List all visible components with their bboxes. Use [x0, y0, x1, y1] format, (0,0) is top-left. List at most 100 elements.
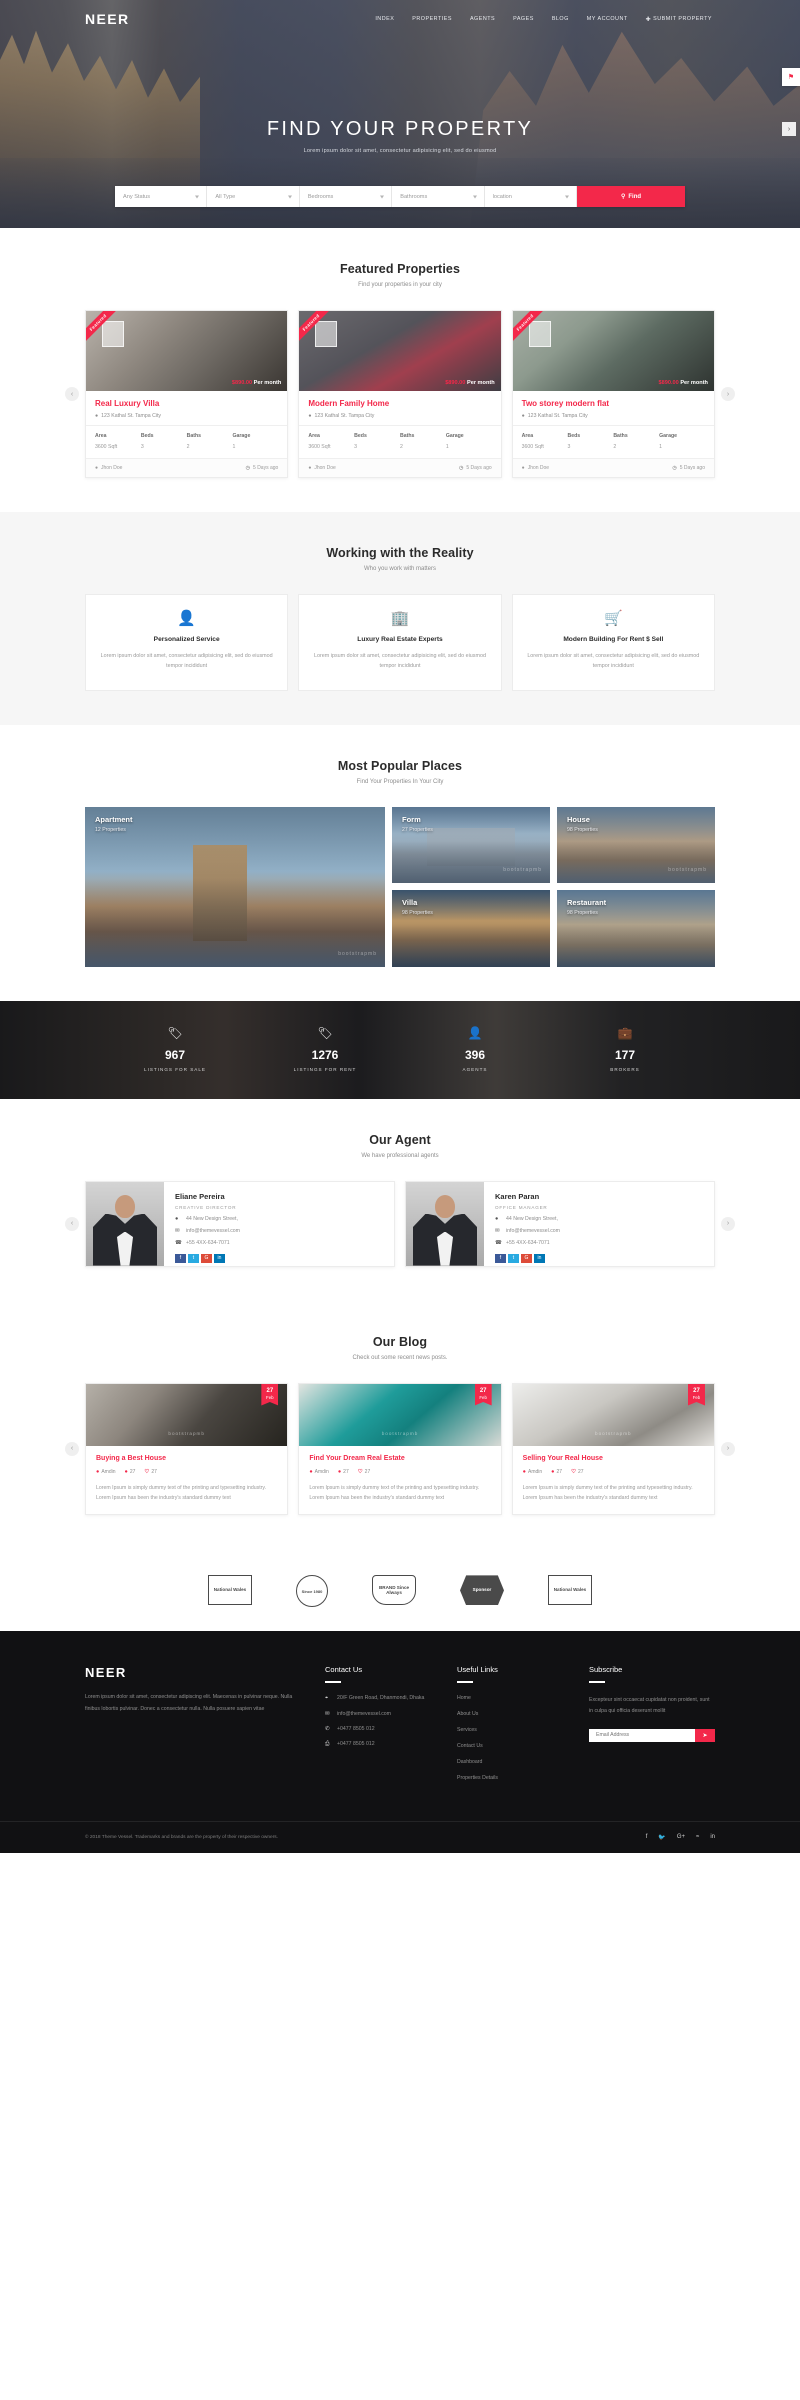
property-title[interactable]: Real Luxury Villa: [95, 399, 278, 408]
agent-address-row: ● 44 New Design Street,: [495, 1216, 703, 1222]
site-logo[interactable]: NEER: [85, 11, 130, 27]
service-card-personalized-service[interactable]: 👤 Personalized Service Lorem ipsum dolor…: [85, 594, 289, 691]
floating-cart-button[interactable]: ⚑: [782, 68, 800, 86]
footer-logo[interactable]: NEER: [85, 1665, 299, 1680]
spec-value: 2: [613, 444, 617, 450]
property-card[interactable]: Featured $890.00 Per month Modern Family…: [298, 310, 502, 478]
agents-prev-button[interactable]: ‹: [65, 1216, 79, 1231]
nav-item-pages[interactable]: PAGES: [513, 16, 534, 22]
phone-icon: ✆: [325, 1725, 330, 1732]
linkedin-icon[interactable]: in: [534, 1253, 545, 1263]
clock-icon: ◷: [245, 465, 251, 471]
agent-head: [115, 1194, 135, 1218]
place-card-form[interactable]: Form 27 Properties bootstrapmb: [392, 806, 550, 884]
nav-item-agents[interactable]: AGENTS: [470, 16, 495, 22]
footer-link-about-us[interactable]: About Us: [457, 1711, 563, 1717]
agent-role: CREATIVE DIRECTOR: [175, 1204, 237, 1210]
google-plus-icon[interactable]: G: [521, 1253, 532, 1263]
featured-prev-button[interactable]: ‹: [65, 387, 79, 401]
blog-next-button[interactable]: ›: [721, 1441, 735, 1456]
search-find-button[interactable]: ⚲ Find: [577, 186, 686, 207]
nav-item-blog[interactable]: BLOG: [552, 16, 569, 22]
agent-card[interactable]: Karen Paran OFFICE MANAGER ● 44 New Desi…: [405, 1180, 715, 1267]
rss-icon[interactable]: ≈: [696, 1834, 699, 1841]
copyright-text: © 2018 Theme Vessel. Trademarks and bran…: [85, 1834, 279, 1840]
blog-comment-count: 27: [129, 1468, 136, 1475]
search-status-select[interactable]: Any Status: [115, 186, 208, 207]
property-agent-name: Jhon Doe: [314, 465, 336, 471]
services-title: Working with the Reality: [326, 546, 474, 560]
footer-link-contact-us[interactable]: Contact Us: [457, 1743, 563, 1749]
partner-logo[interactable]: Sponsor: [460, 1575, 504, 1606]
nav-item-properties[interactable]: PROPERTIES: [412, 16, 452, 22]
watermark: bootstrapmb: [168, 1430, 205, 1436]
twitter-icon[interactable]: t: [508, 1253, 519, 1263]
place-card-restaurant[interactable]: Restaurant 98 Properties: [557, 890, 715, 967]
property-title[interactable]: Two storey modern flat: [522, 399, 705, 408]
property-title[interactable]: Modern Family Home: [308, 399, 491, 408]
blog-author-name: Amdin: [314, 1468, 329, 1475]
property-spec-area: Area 3600 Sqft: [522, 433, 568, 450]
stat-agents: 👤 396 AGENTS: [400, 1027, 550, 1072]
blog-card[interactable]: bootstrapmb 27 Feb Buying a Best House ●…: [85, 1382, 289, 1516]
place-card-villa[interactable]: Villa 98 Properties: [392, 890, 550, 967]
footer-contact-phone[interactable]: ✆ +0477 8505 012: [325, 1726, 431, 1732]
place-name: Villa: [402, 898, 418, 908]
blog-card[interactable]: bootstrapmb 27 Feb Selling Your Real Hou…: [511, 1382, 715, 1516]
agents-next-button[interactable]: ›: [721, 1216, 735, 1231]
property-time: ◷ 5 Days ago: [672, 465, 705, 471]
footer-link-services[interactable]: Services: [457, 1727, 563, 1733]
partner-logo[interactable]: National Wales: [208, 1575, 252, 1606]
search-bedrooms-select[interactable]: Bedrooms: [300, 186, 393, 207]
agent-phone-row[interactable]: ☎ +55 4XX-634-7071: [495, 1240, 703, 1246]
agent-email-row[interactable]: ✉ info@themevessel.com: [175, 1228, 383, 1234]
partner-logo[interactable]: BRAND Since Always: [372, 1575, 416, 1606]
linkedin-icon[interactable]: in: [710, 1834, 715, 1841]
facebook-icon[interactable]: f: [495, 1253, 506, 1263]
search-location-select[interactable]: location: [485, 186, 578, 207]
property-card[interactable]: Featured $890.00 Per month Two storey mo…: [511, 310, 715, 478]
twitter-icon[interactable]: 🐦: [658, 1834, 665, 1841]
partner-logo[interactable]: National Wales: [548, 1575, 592, 1606]
facebook-icon[interactable]: f: [175, 1253, 186, 1263]
blog-card[interactable]: bootstrapmb 27 Feb Find Your Dream Real …: [298, 1382, 502, 1516]
blog-post-title[interactable]: Buying a Best House: [96, 1455, 277, 1462]
google-plus-icon[interactable]: G: [201, 1253, 212, 1263]
blog-prev-button[interactable]: ‹: [65, 1441, 79, 1456]
service-card-modern-building[interactable]: 🛒 Modern Building For Rent $ Sell Lorem …: [511, 594, 715, 691]
agent-card[interactable]: Eliane Pereira CREATIVE DIRECTOR ● 44 Ne…: [85, 1180, 395, 1267]
partner-logo[interactable]: Since 1980: [296, 1575, 328, 1608]
footer-link-dashboard[interactable]: Dashboard: [457, 1759, 563, 1765]
blog-post-title[interactable]: Selling Your Real House: [523, 1455, 704, 1462]
newsletter-email-input[interactable]: [589, 1728, 695, 1742]
blog-post-title[interactable]: Find Your Dream Real Estate: [309, 1455, 490, 1462]
search-type-select[interactable]: All Type: [207, 186, 300, 207]
nav-item-my-account[interactable]: MY ACCOUNT: [587, 16, 628, 22]
agent-phone-row[interactable]: ☎ +55 4XX-634-7071: [175, 1240, 383, 1246]
nav-item-index[interactable]: INDEX: [375, 16, 394, 22]
featured-next-button[interactable]: ›: [721, 387, 735, 401]
place-card-house[interactable]: House 98 Properties bootstrapmb: [557, 806, 715, 884]
facebook-icon[interactable]: f: [646, 1834, 648, 1841]
newsletter-submit-button[interactable]: ➤: [695, 1728, 715, 1742]
twitter-icon[interactable]: t: [188, 1253, 199, 1263]
place-card-apartment[interactable]: Apartment 12 Properties bootstrapmb: [85, 806, 385, 967]
nav-item-submit-property[interactable]: ✚ SUBMIT PROPERTY: [646, 16, 712, 23]
property-card[interactable]: Featured $890.00 Per month Real Luxury V…: [85, 310, 289, 478]
blog-comment-count: 27: [343, 1468, 349, 1475]
hero-next-slide-button[interactable]: ›: [782, 122, 796, 136]
footer-link-home[interactable]: Home: [457, 1695, 563, 1701]
hero-side-controls: ⚑ ›: [782, 68, 800, 136]
featured-grid: Featured $890.00 Per month Real Luxury V…: [85, 310, 715, 478]
agent-email-row[interactable]: ✉ info@themevessel.com: [495, 1228, 703, 1234]
linkedin-icon[interactable]: in: [214, 1253, 225, 1263]
footer-contact-email[interactable]: ✉ info@themevessel.com: [325, 1711, 431, 1717]
spec-value: 3: [140, 444, 144, 450]
stats-grid: 🏷 967 LISTINGS FOR SALE 🏷 1276 LISTINGS …: [100, 1027, 700, 1072]
footer-link-properties-details[interactable]: Properties Details: [457, 1775, 563, 1781]
search-bathrooms-select[interactable]: Bathrooms: [392, 186, 485, 207]
service-card-luxury-real-estate-experts[interactable]: 🏢 Luxury Real Estate Experts Lorem ipsum…: [298, 594, 502, 691]
google-plus-icon[interactable]: G+: [677, 1834, 685, 1841]
clock-icon: ◷: [672, 465, 677, 471]
property-price-amount: $890.00: [658, 380, 679, 386]
